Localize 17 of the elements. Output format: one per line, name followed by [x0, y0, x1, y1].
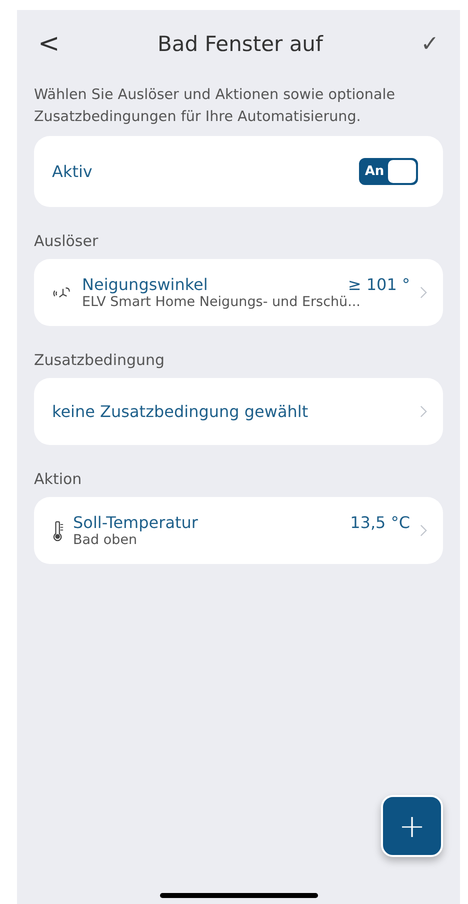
- active-label: Aktiv: [52, 162, 92, 181]
- back-button[interactable]: <: [34, 29, 64, 59]
- add-button[interactable]: +: [381, 795, 443, 857]
- description-text: Wählen Sie Auslöser und Aktionen sowie optionale Zusatzbedingungen für Ihre Automatisierung.: [34, 86, 396, 127]
- chevron-icon: [420, 524, 427, 537]
- list-item[interactable]: keine Zusatzbedingung gewählt: [34, 378, 443, 445]
- list-item[interactable]: Neigungswinkel ≥ 101 ° ELV Smart Home Neigungs- und Erschü...: [34, 259, 443, 326]
- screen-title: Bad Fenster auf: [157, 32, 323, 56]
- active-toggle[interactable]: An: [359, 158, 418, 185]
- list-item[interactable]: Soll-Temperatur 13,5 °C Bad oben: [34, 497, 443, 564]
- section-label: Auslöser: [34, 232, 100, 250]
- section-label: Aktion: [34, 470, 83, 488]
- thermometer-icon: [52, 520, 65, 542]
- confirm-button[interactable]: ✓: [416, 32, 443, 56]
- chevron-icon: [420, 405, 427, 418]
- section-label: Zusatzbedingung: [34, 351, 166, 369]
- chevron-icon: [420, 286, 427, 299]
